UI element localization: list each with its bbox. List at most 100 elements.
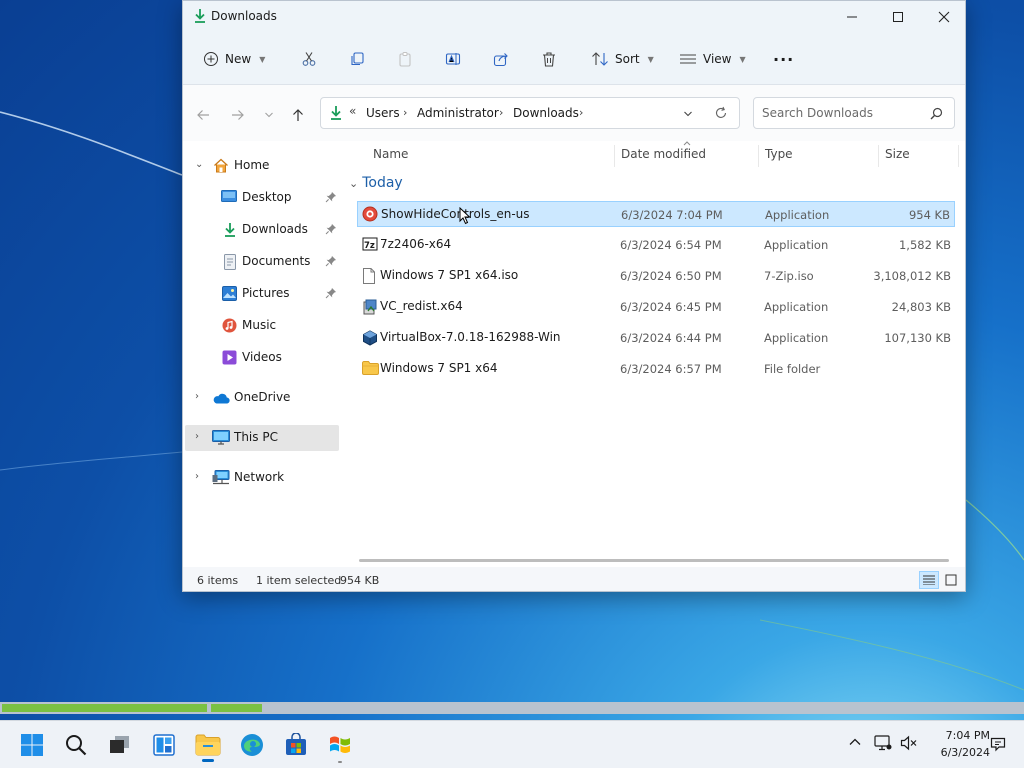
search-input[interactable]	[762, 105, 922, 121]
store-taskbar-button[interactable]	[280, 729, 312, 761]
breadcrumb-separator[interactable]: ›	[403, 106, 407, 119]
breadcrumb-downloads[interactable]: Downloads	[513, 106, 579, 120]
forward-button[interactable]	[228, 105, 248, 125]
nav-item-music[interactable]: Music	[185, 313, 339, 339]
copy-button[interactable]	[349, 47, 365, 71]
breadcrumb-users[interactable]: Users	[366, 106, 400, 120]
nav-item-network[interactable]: › Network	[185, 465, 339, 491]
details-view-button[interactable]	[919, 571, 939, 589]
up-button[interactable]	[288, 105, 308, 125]
column-divider[interactable]	[878, 145, 879, 167]
horizontal-scrollbar[interactable]	[359, 559, 949, 562]
column-header-name[interactable]: Name	[373, 141, 408, 173]
arrow-left-icon	[197, 110, 209, 120]
pin-icon[interactable]	[325, 287, 337, 299]
windows-start-icon	[21, 734, 43, 756]
pictures-icon	[222, 286, 237, 301]
address-history-chevron-icon[interactable]	[683, 109, 693, 119]
file-row-virtualbox[interactable]: VirtualBox-7.0.18-162988-Win 6/3/2024 6:…	[357, 325, 955, 351]
delete-button[interactable]	[541, 47, 557, 71]
nav-item-pictures[interactable]: Pictures	[185, 281, 339, 307]
task-view-button[interactable]	[104, 729, 136, 761]
document-icon	[224, 254, 236, 270]
back-button[interactable]	[193, 105, 213, 125]
minimize-icon	[847, 16, 857, 18]
arrow-right-icon	[232, 110, 244, 120]
videos-icon	[222, 350, 237, 365]
chevron-right-icon[interactable]: ›	[195, 431, 199, 442]
paste-button[interactable]	[397, 47, 413, 71]
breadcrumb-administrator[interactable]: Administrator	[417, 106, 499, 120]
nav-item-home[interactable]: ⌄ Home	[185, 153, 339, 179]
breadcrumb-separator[interactable]: ›	[499, 106, 503, 119]
breadcrumb-overflow[interactable]: «	[349, 104, 356, 118]
chevron-right-icon[interactable]: ›	[195, 391, 199, 402]
network-icon	[212, 470, 230, 485]
chevron-right-icon[interactable]: ›	[195, 471, 199, 482]
taskbar-search-button[interactable]	[60, 729, 92, 761]
sort-label: Sort	[615, 52, 640, 66]
recent-locations-button[interactable]	[259, 105, 279, 125]
refresh-icon[interactable]	[714, 106, 728, 120]
pin-icon[interactable]	[325, 223, 337, 235]
column-header-size[interactable]: Size	[885, 141, 910, 173]
start-button[interactable]	[16, 729, 48, 761]
chevron-up-icon[interactable]	[848, 735, 862, 749]
status-selection: 1 item selected	[256, 574, 342, 587]
nav-item-desktop[interactable]: Desktop	[185, 185, 339, 211]
nav-item-this-pc[interactable]: › This PC	[185, 425, 339, 451]
column-divider[interactable]	[758, 145, 759, 167]
breadcrumb-separator[interactable]: ›	[579, 106, 583, 119]
windows7-setup-taskbar-button[interactable]	[324, 729, 356, 763]
nav-item-onedrive[interactable]: › OneDrive	[185, 385, 339, 411]
file-row-7zip[interactable]: 7z 7z2406-x64 6/3/2024 6:54 PM Applicati…	[357, 232, 955, 258]
chevron-down-icon	[265, 112, 273, 118]
rename-button[interactable]	[445, 47, 461, 71]
pin-icon[interactable]	[325, 255, 337, 267]
group-header-today[interactable]: ⌄ Today	[349, 175, 403, 191]
minimize-button[interactable]	[829, 1, 875, 33]
tiles-view-button[interactable]	[941, 571, 961, 589]
column-divider[interactable]	[958, 145, 959, 167]
column-divider[interactable]	[614, 145, 615, 167]
notification-icon[interactable]	[990, 736, 1006, 752]
folder-icon	[362, 361, 379, 375]
music-icon	[222, 318, 237, 333]
file-row-showhidecontrols[interactable]: ShowHideControls_en-us 6/3/2024 7:04 PM …	[357, 201, 955, 227]
share-button[interactable]	[493, 47, 509, 71]
nav-item-videos[interactable]: Videos	[185, 345, 339, 371]
clock-time[interactable]: 7:04 PM	[920, 729, 990, 742]
close-button[interactable]	[921, 1, 967, 33]
nav-item-downloads[interactable]: Downloads	[185, 217, 339, 243]
edge-taskbar-button[interactable]	[236, 729, 268, 761]
column-header-type[interactable]: Type	[765, 141, 793, 173]
active-indicator	[202, 759, 214, 762]
7zip-app-icon: 7z	[362, 237, 378, 251]
nav-item-documents[interactable]: Documents	[185, 249, 339, 275]
cut-button[interactable]	[301, 47, 317, 71]
clock-date[interactable]: 6/3/2024	[920, 746, 990, 759]
more-options-button[interactable]: ···	[773, 47, 794, 71]
file-row-windows-iso[interactable]: Windows 7 SP1 x64.iso 6/3/2024 6:50 PM 7…	[357, 263, 955, 289]
widgets-button[interactable]	[148, 729, 180, 761]
file-explorer-taskbar-button[interactable]	[192, 729, 224, 762]
new-button[interactable]: New ▼	[203, 47, 265, 71]
network-status-icon[interactable]	[874, 735, 892, 751]
chevron-down-icon[interactable]: ⌄	[195, 159, 203, 170]
file-date: 6/3/2024 6:57 PM	[620, 362, 722, 376]
file-row-windows-folder[interactable]: Windows 7 SP1 x64 6/3/2024 6:57 PM File …	[357, 356, 955, 382]
column-header-date[interactable]: Date modified	[621, 141, 706, 173]
search-icon[interactable]	[930, 107, 943, 120]
volume-muted-icon[interactable]	[900, 735, 918, 751]
command-bar: New ▼ Sort ▼ View ▼ ···	[183, 33, 965, 85]
tiles-view-icon	[945, 574, 957, 586]
file-row-vc-redist[interactable]: VC_redist.x64 6/3/2024 6:45 PM Applicati…	[357, 294, 955, 320]
maximize-button[interactable]	[875, 1, 921, 33]
view-button[interactable]: View ▼	[679, 47, 746, 71]
search-box[interactable]	[753, 97, 955, 129]
sort-button[interactable]: Sort ▼	[591, 47, 654, 71]
address-bar[interactable]: « Users › Administrator › Downloads ›	[320, 97, 740, 129]
pin-icon[interactable]	[325, 191, 337, 203]
title-bar[interactable]: Downloads	[183, 1, 965, 33]
maximize-icon	[893, 12, 903, 22]
